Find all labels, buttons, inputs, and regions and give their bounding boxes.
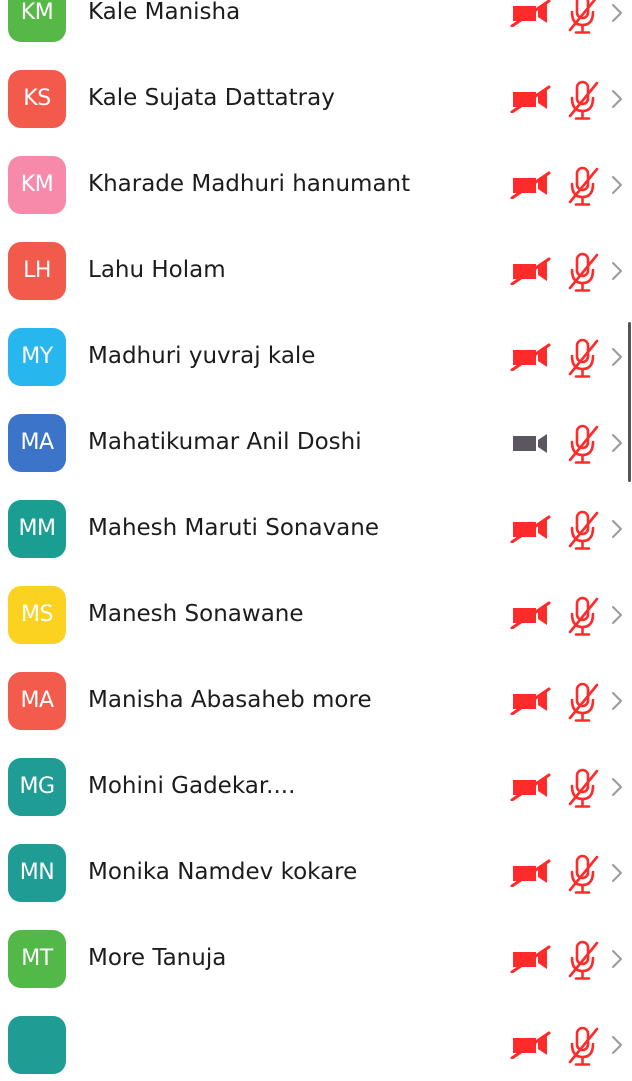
- participant-name: Kharade Madhuri hanumant: [88, 171, 411, 197]
- chevron-right-icon[interactable]: [610, 1034, 624, 1056]
- participant-row-12[interactable]: MT More Tanuja: [0, 909, 632, 995]
- participant-name: Lahu Holam: [88, 257, 226, 283]
- chevron-right-icon[interactable]: [610, 88, 624, 110]
- chevron-right-icon[interactable]: [610, 518, 624, 540]
- chevron-right-icon[interactable]: [610, 690, 624, 712]
- chevron-right-icon[interactable]: [610, 2, 624, 24]
- mic-muted-icon[interactable]: [566, 165, 600, 207]
- participant-name: Mohini Gadekar....: [88, 773, 296, 799]
- video-off-icon[interactable]: [510, 945, 552, 973]
- avatar: MA: [8, 672, 66, 730]
- video-off-icon[interactable]: [510, 515, 552, 543]
- video-on-icon[interactable]: [510, 429, 552, 457]
- participant-name: Mahesh Maruti Sonavane: [88, 515, 380, 541]
- participant-row-11[interactable]: MN Monika Namdev kokare: [0, 823, 632, 909]
- video-off-icon[interactable]: [510, 257, 552, 285]
- participant-name: Madhuri yuvraj kale: [88, 343, 316, 369]
- participant-list: KM Kale Manisha KS Kale Sujata Dattatray: [0, 0, 632, 1081]
- avatar: LH: [8, 242, 66, 300]
- video-off-icon[interactable]: [510, 171, 552, 199]
- video-off-icon[interactable]: [510, 85, 552, 113]
- mic-muted-icon[interactable]: [566, 509, 600, 551]
- chevron-right-icon[interactable]: [610, 862, 624, 884]
- participant-name: Manesh Sonawane: [88, 601, 304, 627]
- participant-name: More Tanuja: [88, 945, 227, 971]
- participant-row-4[interactable]: LH Lahu Holam: [0, 221, 632, 307]
- participant-name: Monika Namdev kokare: [88, 859, 358, 885]
- chevron-right-icon[interactable]: [610, 604, 624, 626]
- chevron-right-icon[interactable]: [610, 174, 624, 196]
- participant-row-8[interactable]: MS Manesh Sonawane: [0, 565, 632, 651]
- avatar: KS: [8, 70, 66, 128]
- chevron-right-icon[interactable]: [610, 948, 624, 970]
- mic-muted-icon[interactable]: [566, 423, 600, 465]
- video-off-icon[interactable]: [510, 601, 552, 629]
- avatar: MG: [8, 758, 66, 816]
- mic-muted-icon[interactable]: [566, 251, 600, 293]
- mic-muted-icon[interactable]: [566, 79, 600, 121]
- participant-row-3[interactable]: KM Kharade Madhuri hanumant: [0, 135, 632, 221]
- video-off-icon[interactable]: [510, 687, 552, 715]
- chevron-right-icon[interactable]: [610, 432, 624, 454]
- video-off-icon[interactable]: [510, 859, 552, 887]
- avatar: [8, 1016, 66, 1074]
- avatar: KM: [8, 0, 66, 42]
- mic-muted-icon[interactable]: [566, 1025, 600, 1067]
- mic-muted-icon[interactable]: [566, 681, 600, 723]
- participant-row-9[interactable]: MA Manisha Abasaheb more: [0, 651, 632, 737]
- participant-name: Kale Manisha: [88, 0, 241, 25]
- scrollbar[interactable]: [628, 322, 631, 482]
- participant-row-5[interactable]: MY Madhuri yuvraj kale: [0, 307, 632, 393]
- participant-row-2[interactable]: KS Kale Sujata Dattatray: [0, 49, 632, 135]
- mic-muted-icon[interactable]: [566, 0, 600, 35]
- avatar: MA: [8, 414, 66, 472]
- avatar: MM: [8, 500, 66, 558]
- mic-muted-icon[interactable]: [566, 337, 600, 379]
- video-off-icon[interactable]: [510, 0, 552, 27]
- participant-row-13[interactable]: [0, 995, 632, 1081]
- mic-muted-icon[interactable]: [566, 767, 600, 809]
- participant-name: Mahatikumar Anil Doshi: [88, 429, 362, 455]
- video-off-icon[interactable]: [510, 1031, 552, 1059]
- mic-muted-icon[interactable]: [566, 939, 600, 981]
- avatar: KM: [8, 156, 66, 214]
- participant-name: Manisha Abasaheb more: [88, 687, 372, 713]
- avatar: MT: [8, 930, 66, 988]
- avatar: MY: [8, 328, 66, 386]
- participant-row-6[interactable]: MA Mahatikumar Anil Doshi: [0, 393, 632, 479]
- mic-muted-icon[interactable]: [566, 595, 600, 637]
- participant-row-1[interactable]: KM Kale Manisha: [0, 0, 632, 49]
- video-off-icon[interactable]: [510, 343, 552, 371]
- video-off-icon[interactable]: [510, 773, 552, 801]
- chevron-right-icon[interactable]: [610, 776, 624, 798]
- chevron-right-icon[interactable]: [610, 346, 624, 368]
- participant-row-10[interactable]: MG Mohini Gadekar....: [0, 737, 632, 823]
- participant-name: Kale Sujata Dattatray: [88, 85, 335, 111]
- mic-muted-icon[interactable]: [566, 853, 600, 895]
- avatar: MS: [8, 586, 66, 644]
- participant-row-7[interactable]: MM Mahesh Maruti Sonavane: [0, 479, 632, 565]
- avatar: MN: [8, 844, 66, 902]
- chevron-right-icon[interactable]: [610, 260, 624, 282]
